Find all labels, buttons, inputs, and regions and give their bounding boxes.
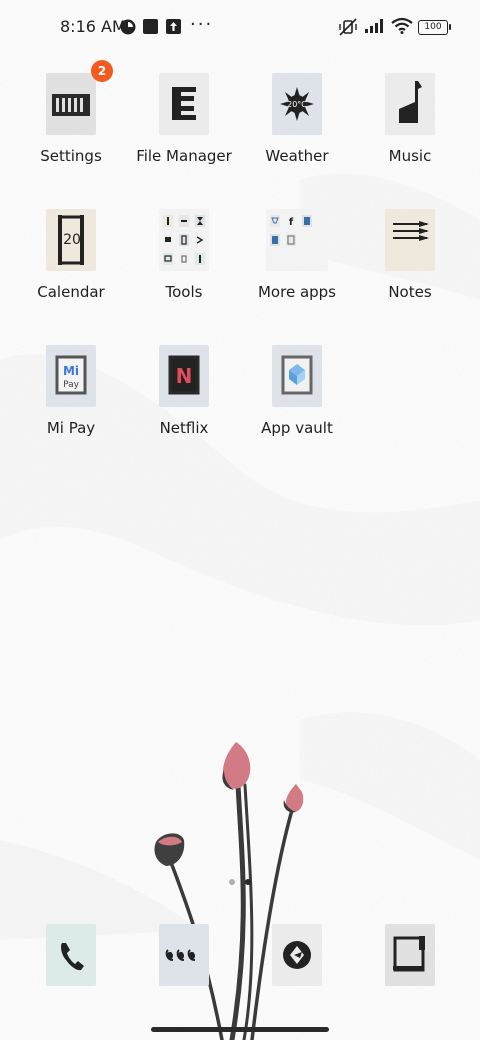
app-label: Weather (265, 147, 329, 165)
home-gesture-bar[interactable] (151, 1027, 329, 1032)
app-weather[interactable]: 20°C Weather (241, 73, 353, 165)
svg-text:f: f (289, 217, 294, 228)
app-netflix[interactable]: N Netflix (128, 345, 240, 437)
svg-text:20°C: 20°C (287, 100, 307, 109)
app-label: Music (388, 147, 432, 165)
app-label: More apps (257, 283, 336, 301)
battery-indicator: 100 (418, 20, 451, 35)
app-mi-pay[interactable]: Mi Pay Mi Pay (15, 345, 127, 437)
app-label: Calendar (37, 283, 105, 301)
camera-icon (385, 924, 435, 986)
app-notes[interactable]: Notes (354, 209, 466, 301)
app-vault[interactable]: App vault (241, 345, 353, 437)
weather-icon: 20°C (272, 73, 322, 135)
settings-icon (46, 73, 96, 135)
svg-text:N: N (176, 364, 193, 388)
app-notification-icon (120, 19, 136, 35)
app-file-manager[interactable]: File Manager (128, 73, 240, 165)
svg-text:Mi: Mi (63, 364, 79, 378)
app-settings[interactable]: Settings 2 (15, 60, 127, 165)
dock-camera[interactable] (354, 924, 466, 986)
app-music[interactable]: Music (354, 73, 466, 165)
tools-folder-icon (159, 209, 209, 271)
app-tools-folder[interactable]: Tools (128, 209, 240, 301)
app-vault-icon (272, 345, 322, 407)
app-label: Netflix (159, 419, 209, 437)
signal-icon (365, 19, 383, 33)
svg-text:Pay: Pay (63, 380, 80, 390)
more-apps-folder-icon: f (266, 209, 328, 271)
more-notifications-icon: ··· (190, 14, 214, 35)
wifi-icon (391, 17, 413, 34)
browser-icon (272, 924, 322, 986)
dock-browser[interactable] (241, 924, 353, 986)
status-bar: 8:16 AM ··· 100 (0, 0, 480, 56)
dock-messages[interactable] (128, 924, 240, 986)
mi-pay-icon: Mi Pay (46, 345, 96, 407)
vibrate-mute-icon (339, 18, 357, 36)
messages-icon (159, 924, 209, 986)
dock-phone[interactable] (15, 924, 127, 986)
app-label: App vault (261, 419, 333, 437)
app-label: File Manager (136, 147, 232, 165)
app-label: Tools (165, 283, 203, 301)
upload-notification-icon (166, 19, 181, 34)
app-label: Mi Pay (46, 419, 96, 437)
app-calendar[interactable]: 20 Calendar (15, 209, 127, 301)
app-more-apps-folder[interactable]: f More apps (241, 209, 353, 301)
app-label: Settings (40, 147, 102, 165)
svg-text:20: 20 (63, 232, 81, 248)
square-notification-icon (143, 19, 158, 34)
calendar-icon: 20 (46, 209, 96, 271)
notification-badge: 2 (91, 60, 113, 82)
status-time: 8:16 AM (60, 17, 126, 36)
app-label: Notes (388, 283, 432, 301)
page-indicator-dot-2[interactable] (245, 879, 251, 885)
phone-icon (46, 924, 96, 986)
file-manager-icon (159, 73, 209, 135)
music-icon (385, 73, 435, 135)
notes-icon (385, 209, 435, 271)
netflix-icon: N (159, 345, 209, 407)
page-indicator-dot-1[interactable] (229, 879, 235, 885)
